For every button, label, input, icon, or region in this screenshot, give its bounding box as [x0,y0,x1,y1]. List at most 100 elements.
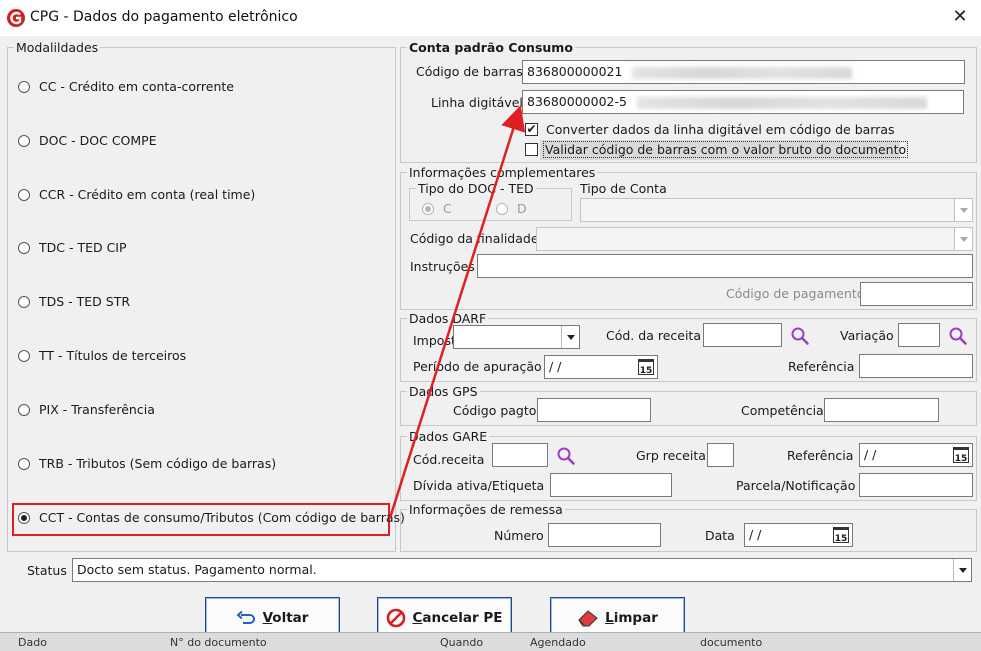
codigo-barras-label: Código de barras [416,64,523,79]
background-window-strip: Dado N° do documento Quando Agendado doc… [0,632,981,651]
radio-cct[interactable]: CCT - Contas de consumo/Tributos (Com có… [18,510,405,525]
radio-button[interactable] [18,80,30,93]
strip-item: Agendado [530,636,586,649]
codigo-finalidade-select[interactable] [536,227,973,251]
strip-item: Dado [18,636,47,649]
tipo-doc-c-radio[interactable]: C [422,201,452,216]
radio-tt[interactable]: TT - Títulos de terceiros [18,348,186,363]
voltar-label: oltar [272,609,309,626]
radio-pix[interactable]: PIX - Transferência [18,402,155,417]
limpar-mnemonic: L [605,609,614,626]
gare-cod-receita-label: Cód.receita [413,452,485,467]
close-icon[interactable]: ✕ [949,6,971,28]
codigo-finalidade-label: Código da finalidade [410,231,539,246]
chevron-down-icon[interactable] [954,199,972,221]
conta-padrao-legend: Conta padrão Consumo [409,40,573,55]
codigo-pagamento-input[interactable] [860,282,973,306]
grp-receita-label: Grp receita [636,448,706,463]
darf-cod-receita-label: Cód. da receita [606,328,701,343]
chevron-down-icon[interactable] [953,559,971,581]
numero-input[interactable] [548,523,661,547]
codigo-barras-input[interactable]: 836800000021 [522,60,965,84]
numero-label: Número [494,528,544,543]
search-icon[interactable] [948,326,968,346]
tipo-doc-legend: Tipo do DOC - TED [418,181,534,196]
radio-button[interactable] [18,349,30,362]
radio-label: TDC - TED CIP [39,240,127,255]
radio-ccr[interactable]: CCR - Crédito em conta (real time) [18,187,255,202]
radio-cc[interactable]: CC - Crédito em conta-corrente [18,79,234,94]
calendar-icon[interactable]: 15 [638,359,654,376]
parcela-label: Parcela/Notificação [736,478,856,493]
divida-ativa-input[interactable] [550,473,672,497]
remessa-legend: Informações de remessa [409,502,563,517]
darf-cod-receita-input[interactable] [703,323,782,347]
radio-label: C [443,201,452,216]
eraser-icon [578,609,598,626]
converter-label: Converter dados da linha digitável em có… [546,122,895,137]
radio-button[interactable] [496,202,508,215]
strip-item: documento [700,636,763,649]
darf-referencia-input[interactable] [859,354,973,378]
gare-referencia-label: Referência [787,448,854,463]
voltar-mnemonic: V [262,609,273,626]
linha-digitavel-label: Linha digitável [431,95,523,110]
radio-label: PIX - Transferência [39,402,155,417]
chevron-down-icon[interactable] [954,228,972,250]
tipo-doc-d-radio[interactable]: D [496,201,527,216]
radio-button[interactable] [18,188,30,201]
radio-button[interactable] [18,134,30,147]
modalidades-legend: Modalildades [16,40,99,55]
radio-button[interactable] [18,457,30,470]
dados-darf-legend: Dados DARF [409,311,487,326]
variacao-input[interactable] [898,323,940,347]
linha-digitavel-input[interactable]: 83680000002-5 [522,90,964,114]
radio-trb[interactable]: TRB - Tributos (Sem código de barras) [18,456,276,471]
radio-button[interactable] [18,403,30,416]
radio-doc[interactable]: DOC - DOC COMPE [18,133,157,148]
chevron-down-icon[interactable] [561,326,579,348]
competencia-input[interactable] [824,398,939,422]
radio-button-selected[interactable] [18,511,30,524]
search-icon[interactable] [790,326,810,346]
status-value: Docto sem status. Pagamento normal. [77,562,317,577]
periodo-apuracao-input[interactable]: / / 15 [544,355,658,379]
status-select[interactable]: Docto sem status. Pagamento normal. [72,558,972,582]
gare-referencia-input[interactable]: / / 15 [859,443,973,467]
validar-checkbox[interactable] [525,143,538,156]
codigo-pagamento-label: Código de pagamento [726,286,865,301]
redacted-region [632,66,853,79]
strip-item: N° do documento [170,636,267,649]
gare-cod-receita-input[interactable] [492,443,548,467]
calendar-icon[interactable]: 15 [953,447,969,464]
calendar-icon[interactable]: 15 [833,527,849,544]
remessa-group: Informações de remessa [400,502,977,552]
radio-label: TRB - Tributos (Sem código de barras) [39,456,277,471]
grp-receita-input[interactable] [707,443,734,467]
radio-label: TT - Títulos de terceiros [39,348,187,363]
search-icon[interactable] [556,446,576,466]
linha-digitavel-value: 83680000002-5 [527,94,627,109]
imposto-select[interactable] [453,325,580,349]
parcela-input[interactable] [859,473,973,497]
converter-checkbox[interactable]: ✔ [525,123,538,136]
gare-referencia-value: / / [864,447,877,462]
radio-tds[interactable]: TDS - TED STR [18,294,130,309]
data-input[interactable]: / / 15 [744,523,853,547]
redacted-region [636,96,927,109]
strip-item: Quando [440,636,484,649]
radio-label: CCR - Crédito em conta (real time) [39,187,256,202]
cancelar-mnemonic: C [412,609,423,626]
periodo-apuracao-label: Período de apuração [413,359,542,374]
window-title: CPG - Dados do pagamento eletrônico [30,9,298,25]
undo-arrow-icon [236,610,255,624]
radio-button[interactable] [18,295,30,308]
radio-button[interactable] [18,241,30,254]
tipo-conta-select[interactable] [580,198,973,222]
dados-gare-legend: Dados GARE [409,429,488,444]
radio-button-selected[interactable] [422,202,434,215]
codigo-pagto-input[interactable] [537,398,651,422]
radio-label: DOC - DOC COMPE [39,133,157,148]
instrucoes-input[interactable] [477,254,973,278]
radio-tdc[interactable]: TDC - TED CIP [18,240,127,255]
